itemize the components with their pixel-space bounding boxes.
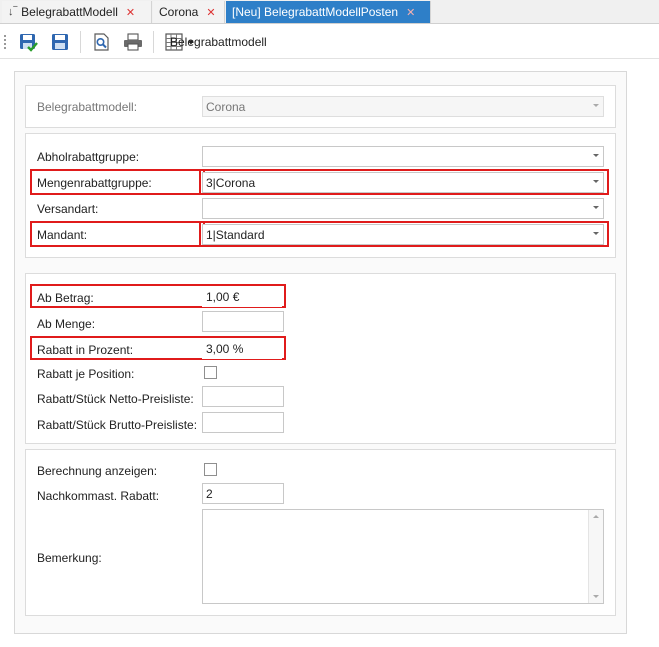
tab-label: Corona	[159, 5, 199, 19]
memo-scrollbar[interactable]	[588, 510, 603, 603]
mengenrabattgruppe-value: 3|Corona	[206, 176, 256, 190]
print-button[interactable]	[121, 30, 145, 54]
versandart-label: Versandart:	[37, 202, 99, 216]
rabatt-prozent-label: Rabatt in Prozent:	[37, 343, 134, 357]
scroll-down-icon[interactable]	[593, 595, 599, 598]
nachkommast-label: Nachkommast. Rabatt:	[37, 489, 160, 503]
ab-menge-input[interactable]	[202, 311, 284, 332]
ab-betrag-label: Ab Betrag:	[37, 291, 94, 305]
group-rabatt-werte: Ab Betrag: 1,00 € Ab Menge: Rabatt in Pr…	[25, 273, 616, 444]
tab-neu-belegrabattmodellposten[interactable]: [Neu] BelegrabattModellPosten ✕	[226, 1, 431, 23]
ab-betrag-value: 1,00 €	[206, 290, 240, 304]
rabatt-position-checkbox[interactable]	[204, 366, 217, 379]
rabatt-brutto-input[interactable]	[202, 412, 284, 433]
printer-icon	[124, 33, 142, 51]
belegrabattmodell-combo: Corona	[202, 96, 604, 117]
floppy-disk-icon	[52, 34, 68, 50]
nachkommast-value: 2	[206, 487, 213, 501]
toolbar-grip[interactable]	[4, 35, 7, 49]
dropdown-arrow-icon[interactable]	[593, 232, 599, 235]
group-berechnung: Berechnung anzeigen: Nachkommast. Rabatt…	[25, 449, 616, 616]
mandant-combo[interactable]: 1|Standard	[202, 224, 604, 245]
mengenrabattgruppe-combo[interactable]: 3|Corona	[202, 172, 604, 193]
mandant-value: 1|Standard	[206, 228, 265, 242]
tab-label: BelegrabattModell	[21, 5, 118, 19]
scroll-up-icon[interactable]	[593, 515, 599, 518]
save-check-icon	[20, 34, 38, 52]
berechnung-label: Berechnung anzeigen:	[37, 464, 158, 478]
rabatt-netto-label: Rabatt/Stück Netto-Preisliste:	[37, 392, 194, 406]
mengenrabattgruppe-label: Mengenrabattgruppe:	[37, 176, 152, 190]
preview-button[interactable]	[89, 30, 113, 54]
document-search-icon	[94, 33, 109, 51]
nachkommast-input[interactable]: 2	[202, 483, 284, 504]
abholrabattgruppe-combo[interactable]	[202, 146, 604, 167]
close-icon[interactable]: ✕	[206, 6, 215, 19]
tab-label: [Neu] BelegrabattModellPosten	[232, 5, 399, 19]
dropdown-arrow-icon[interactable]	[593, 154, 599, 157]
close-icon[interactable]: ✕	[126, 6, 135, 19]
menu-label: Belegrabattmodell	[170, 35, 267, 49]
dropdown-arrow-icon[interactable]	[593, 206, 599, 209]
mandant-label: Mandant:	[37, 228, 88, 242]
ab-betrag-input[interactable]: 1,00 €	[202, 286, 282, 307]
toolbar-separator	[153, 31, 154, 53]
rabatt-prozent-value: 3,00 %	[206, 342, 244, 356]
group-rabattgruppen: Abholrabattgruppe: Mengenrabattgruppe: 3…	[25, 133, 616, 258]
belegrabattmodell-menu-button[interactable]: Belegrabattmodell ▼	[164, 30, 267, 54]
abholrabattgruppe-label: Abholrabattgruppe:	[37, 150, 140, 164]
tab-corona[interactable]: Corona ✕	[153, 1, 225, 23]
ab-menge-label: Ab Menge:	[37, 317, 96, 331]
bemerkung-textarea[interactable]	[202, 509, 604, 604]
dropdown-arrow-icon[interactable]	[593, 180, 599, 183]
form-container: Belegrabattmodell: Corona Abholrabattgru…	[14, 71, 627, 634]
toolbar: Belegrabattmodell ▼	[0, 25, 659, 59]
group-belegrabattmodell: Belegrabattmodell: Corona	[25, 85, 616, 128]
belegrabattmodell-value: Corona	[206, 100, 246, 114]
bemerkung-label: Bemerkung:	[37, 551, 102, 565]
versandart-combo[interactable]	[202, 198, 604, 219]
toolbar-separator	[80, 31, 81, 53]
tab-belegrabattmodell[interactable]: ↓‾ BelegrabattModell ✕	[2, 1, 152, 23]
rabatt-position-label: Rabatt je Position:	[37, 367, 135, 381]
rabatt-netto-input[interactable]	[202, 386, 284, 407]
berechnung-checkbox[interactable]	[204, 463, 217, 476]
belegrabattmodell-label: Belegrabattmodell:	[37, 100, 138, 114]
sort-arrow-icon: ↓‾	[8, 6, 18, 18]
save-button[interactable]	[48, 30, 72, 54]
tab-bar: ↓‾ BelegrabattModell ✕ Corona ✕ [Neu] Be…	[0, 0, 659, 24]
rabatt-brutto-label: Rabatt/Stück Brutto-Preisliste:	[37, 418, 198, 432]
close-icon[interactable]: ✕	[406, 6, 415, 19]
rabatt-prozent-input[interactable]: 3,00 %	[202, 338, 282, 359]
dropdown-arrow-icon	[593, 104, 599, 107]
save-and-close-button[interactable]	[16, 30, 40, 54]
